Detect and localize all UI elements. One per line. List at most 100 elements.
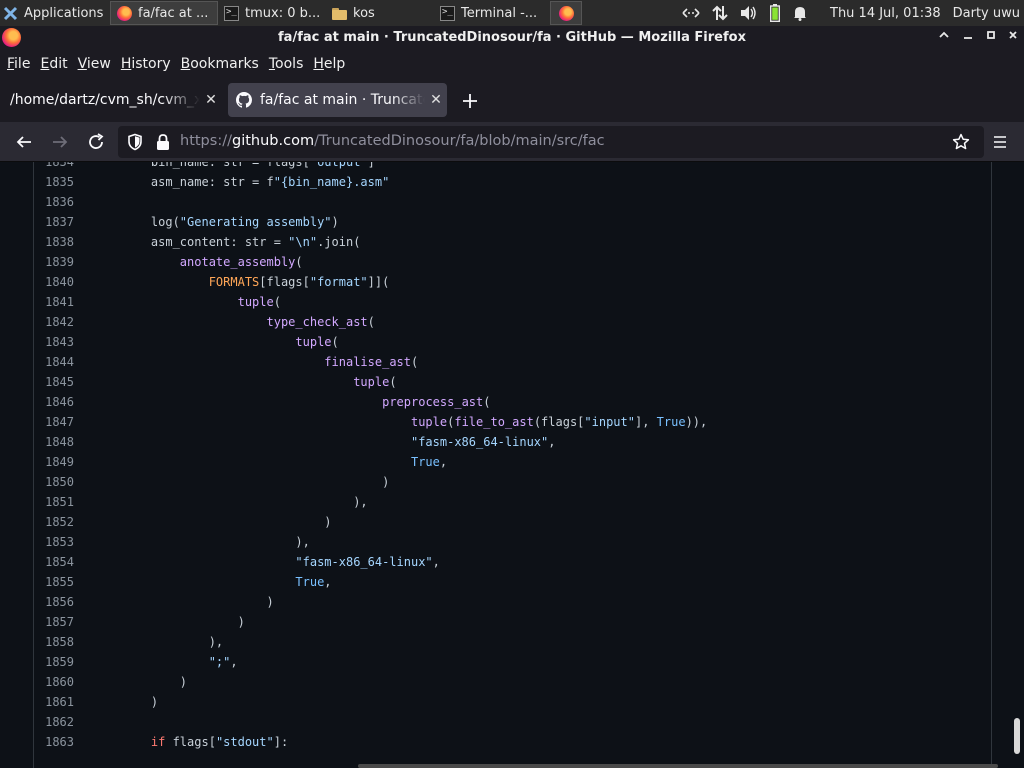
new-tab-button[interactable] [458,89,482,113]
code-line: 1854 "fasm-x86_64-linux", [34,552,991,572]
code-line: 1862 [34,712,991,732]
line-number[interactable]: 1852 [44,512,74,532]
code-line: 1863 if flags["stdout"]: [34,732,991,752]
line-number[interactable]: 1857 [44,612,74,632]
code-token: "{bin_name}.asm" [273,175,390,189]
clock[interactable]: Thu 14 Jul, 01:38 [830,6,941,21]
line-number[interactable]: 1839 [44,252,74,272]
url-text[interactable]: https://github.com/TruncatedDinosour/fa/… [180,133,605,149]
code-token: tuple [295,335,332,349]
taskbar-item-tmux[interactable]: >_ tmux: 0 b... [218,1,326,25]
window-maximize-button[interactable] [982,29,1000,47]
code-block[interactable]: 1834 bin_name: str = flags["output"] 1835… [34,162,991,752]
code-text: finalise_ast( [122,352,418,372]
code-line: 1856 ) [34,592,991,612]
menu-file[interactable]: File [2,52,35,76]
code-text: tuple( [122,292,281,312]
shield-icon[interactable] [126,133,144,151]
url-bar[interactable]: https://github.com/TruncatedDinosour/fa/… [118,126,984,158]
notification-bell-icon[interactable] [792,5,808,21]
code-line: 1853 ), [34,532,991,552]
line-number[interactable]: 1840 [44,272,74,292]
menu-view[interactable]: View [73,52,116,76]
line-number[interactable]: 1862 [44,712,74,732]
forward-button[interactable] [48,130,72,154]
user-name[interactable]: Darty uwu [953,6,1020,21]
line-number[interactable]: 1858 [44,632,74,652]
line-number[interactable]: 1844 [44,352,74,372]
code-token: ], [634,415,657,429]
line-number[interactable]: 1851 [44,492,74,512]
taskbar-item-firefox[interactable]: fa/fac at ... [110,1,218,25]
code-text: type_check_ast( [122,312,375,332]
line-number[interactable]: 1855 [44,572,74,592]
line-number[interactable]: 1849 [44,452,74,472]
code-token: asm_name: str = f [122,175,274,189]
reload-button[interactable] [84,130,108,154]
taskbar-item-firefox-2[interactable] [550,1,582,25]
taskbar-item-label: fa/fac at ... [138,5,209,21]
line-number[interactable]: 1854 [44,552,74,572]
lock-icon[interactable] [155,133,171,151]
window-minimize-button[interactable] [959,29,977,47]
line-number[interactable]: 1847 [44,412,74,432]
transfer-arrows-icon[interactable] [712,5,728,21]
maximize-icon [987,31,995,39]
window-close-button[interactable] [1004,29,1022,47]
code-token: ] [367,162,375,169]
line-number[interactable]: 1835 [44,172,74,192]
tab-close-button[interactable]: ✕ [425,92,447,108]
menu-edit[interactable]: Edit [35,52,72,76]
line-number[interactable]: 1842 [44,312,74,332]
line-number[interactable]: 1843 [44,332,74,352]
code-token: )), [685,415,708,429]
line-number[interactable]: 1850 [44,472,74,492]
tab-github-fac[interactable]: fa/fac at main · TruncatedDinosour ✕ [228,83,447,117]
code-token: ( [411,355,419,369]
applications-menu[interactable]: Applications [0,1,110,25]
bookmark-star-icon[interactable] [952,133,970,151]
line-number[interactable]: 1859 [44,652,74,672]
line-number[interactable]: 1834 [44,162,74,172]
app-menu-button[interactable] [988,130,1012,154]
line-number[interactable]: 1837 [44,212,74,232]
code-text: ) [122,672,187,692]
menu-tools[interactable]: Tools [264,52,309,76]
line-number[interactable]: 1861 [44,692,74,712]
applications-label: Applications [24,5,104,21]
line-number[interactable]: 1836 [44,192,74,212]
line-number[interactable]: 1841 [44,292,74,312]
code-token: True [656,415,686,429]
vertical-scrollbar-thumb[interactable] [1014,718,1020,754]
code-line: 1859 ";", [34,652,991,672]
line-number[interactable]: 1845 [44,372,74,392]
tab-close-button[interactable]: ✕ [200,92,222,108]
line-number[interactable]: 1838 [44,232,74,252]
menu-help[interactable]: Help [308,52,350,76]
line-number[interactable]: 1853 [44,532,74,552]
network-icon[interactable] [682,6,700,20]
menu-bookmarks[interactable]: Bookmarks [176,52,264,76]
volume-icon[interactable] [740,5,758,21]
github-icon [236,92,252,108]
taskbar-item-terminal[interactable]: >_ Terminal -... [434,1,544,25]
line-number[interactable]: 1856 [44,592,74,612]
window-shade-button[interactable] [935,29,953,47]
menu-history[interactable]: History [116,52,176,76]
horizontal-scrollbar-thumb[interactable] [358,764,998,768]
page-content: 1834 bin_name: str = flags["output"] 1835… [0,162,1024,768]
battery-icon[interactable] [770,4,780,22]
line-number[interactable]: 1846 [44,392,74,412]
line-number[interactable]: 1860 [44,672,74,692]
code-token: ) [122,675,188,689]
code-text: ), [122,632,223,652]
back-button[interactable] [12,130,36,154]
taskbar-item-kos[interactable]: kos [326,1,434,25]
code-text: ";", [122,652,238,672]
window-titlebar: fa/fac at main · TruncatedDinosour/fa · … [0,26,1024,50]
line-number[interactable]: 1863 [44,732,74,752]
tab-cvm-file[interactable]: /home/dartz/cvm_sh/cvm_xf ✕ [0,83,222,117]
line-number[interactable]: 1848 [44,432,74,452]
